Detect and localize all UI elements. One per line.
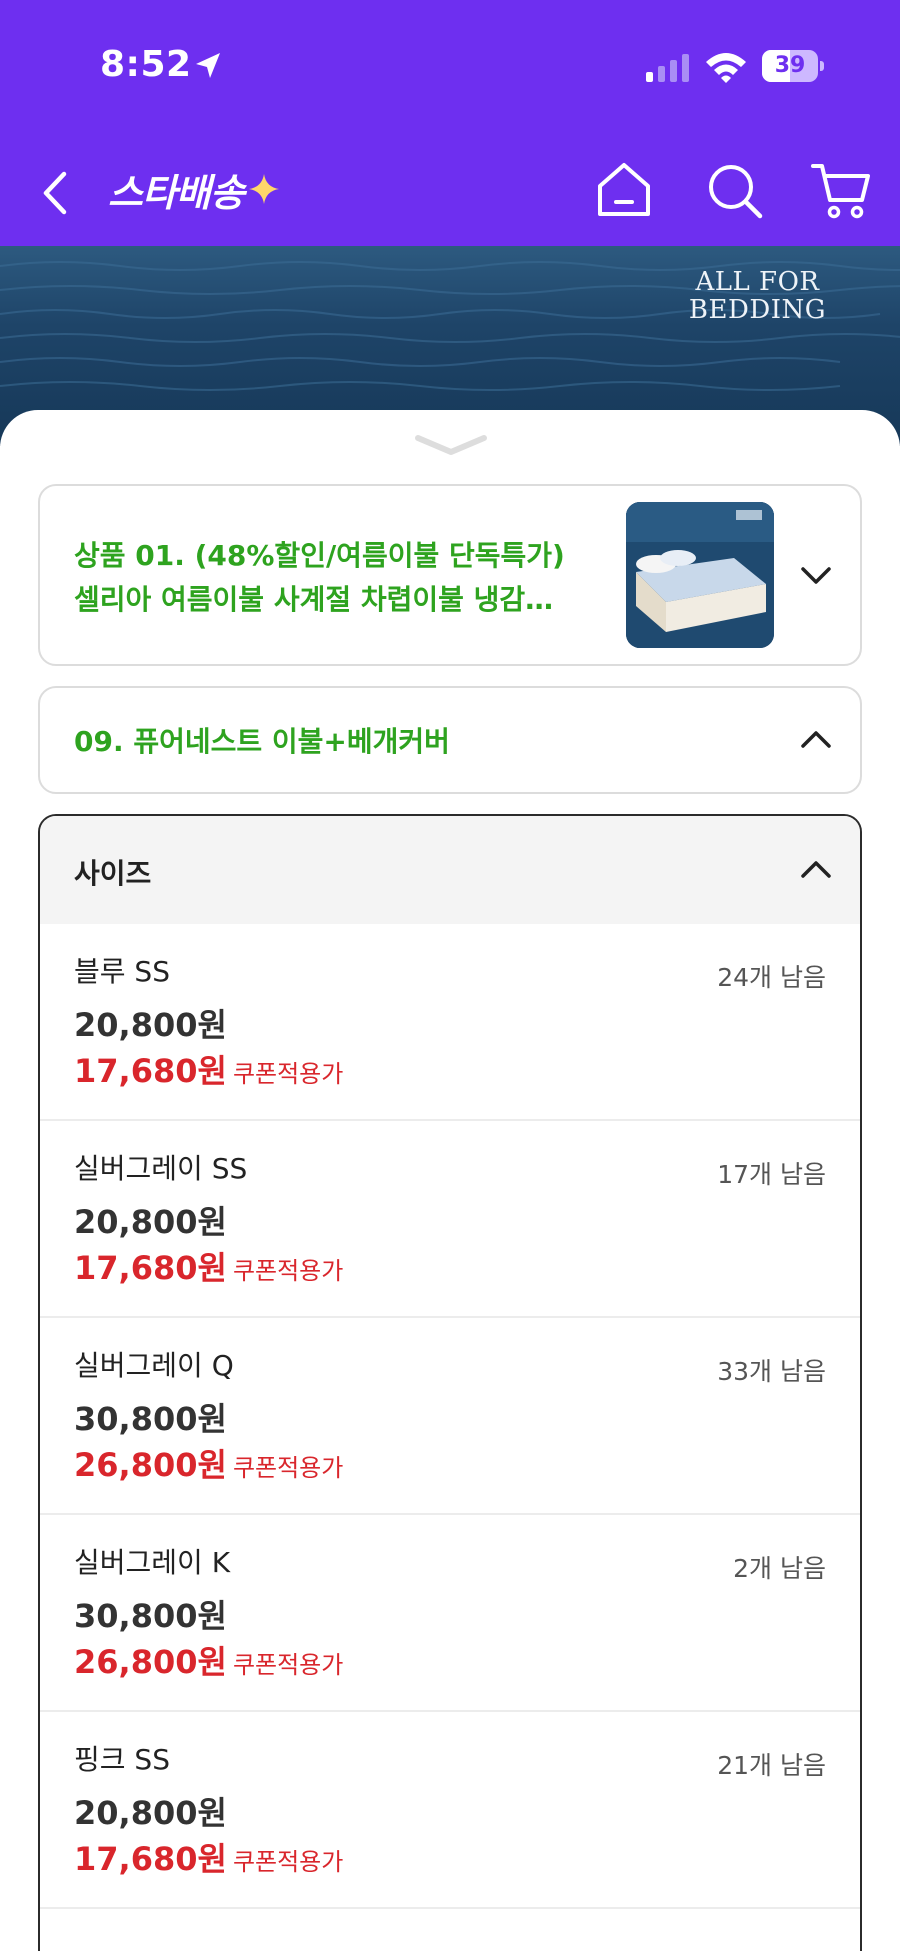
stock-remaining: 2개 남음 — [733, 1554, 826, 1583]
regular-price: 20,800원 — [74, 1794, 227, 1832]
size-option-name: 실버그레이 SS — [74, 1152, 248, 1185]
location-arrow-icon — [196, 53, 220, 78]
status-time: 8:52 — [100, 44, 192, 85]
product-title: 상품 01. (48%할인/여름이불 단독특가) 셀리아 여름이불 사계절 차렵… — [74, 534, 614, 622]
stock-remaining: 17개 남음 — [717, 1160, 826, 1189]
sheet-handle-icon[interactable] — [414, 432, 488, 460]
regular-price: 30,800원 — [74, 1597, 227, 1635]
product-image — [626, 502, 774, 648]
size-dropdown-header[interactable]: 사이즈 — [40, 816, 860, 924]
option-title: 09. 퓨어네스트 이불+베개커버 — [74, 725, 450, 758]
search-icon[interactable] — [706, 162, 764, 220]
home-icon[interactable] — [594, 160, 654, 220]
size-option-name: 실버그레이 K — [74, 1546, 231, 1579]
battery-tip — [820, 61, 824, 71]
coupon-price-row: 17,680원 쿠폰적용가 — [74, 1243, 343, 1289]
back-icon[interactable] — [36, 168, 76, 218]
size-option[interactable]: 실버그레이 K 2개 남음 30,800원 26,800원 쿠폰적용가 — [40, 1515, 860, 1712]
logo[interactable]: 스타배송 — [108, 164, 280, 215]
product-title-line-2: 셀리아 여름이불 사계절 차렵이불 냉감… — [74, 583, 554, 616]
option-bottom-sheet: 상품 01. (48%할인/여름이불 단독특가) 셀리아 여름이불 사계절 차렵… — [0, 410, 900, 1951]
cart-icon[interactable] — [810, 160, 872, 222]
size-option-name: 핑크 SS — [74, 1743, 170, 1776]
stock-remaining: 33개 남음 — [717, 1357, 826, 1386]
size-option[interactable]: 실버그레이 Q 33개 남음 30,800원 26,800원 쿠폰적용가 — [40, 1318, 860, 1515]
chevron-up-icon[interactable] — [798, 722, 834, 758]
product-selector[interactable]: 상품 01. (48%할인/여름이불 단독특가) 셀리아 여름이불 사계절 차렵… — [38, 484, 862, 666]
coupon-price-row: 17,680원 쿠폰적용가 — [74, 1046, 343, 1092]
chevron-up-icon[interactable] — [798, 852, 834, 888]
brand-line-2: BEDDING — [688, 295, 826, 325]
product-title-line-1: 상품 01. (48%할인/여름이불 단독특가) — [74, 539, 565, 572]
size-option-list: 블루 SS 24개 남음 20,800원 17,680원 쿠폰적용가 실버그레이 … — [40, 924, 860, 1909]
brand-line-1: ALL FOR — [695, 267, 820, 297]
cellular-signal-icon — [646, 54, 689, 82]
logo-text: 스타배송 — [108, 170, 245, 215]
coupon-label: 쿠폰적용가 — [232, 1651, 344, 1679]
status-bar: 8:52 39 — [0, 0, 900, 130]
regular-price: 20,800원 — [74, 1006, 227, 1044]
coupon-label: 쿠폰적용가 — [232, 1454, 344, 1482]
coupon-price: 17,680원 — [74, 1840, 227, 1878]
coupon-price-row: 26,800원 쿠폰적용가 — [74, 1637, 343, 1683]
size-option[interactable]: 실버그레이 SS 17개 남음 20,800원 17,680원 쿠폰적용가 — [40, 1121, 860, 1318]
size-label: 사이즈 — [74, 857, 152, 890]
chevron-down-icon[interactable] — [798, 558, 834, 594]
product-thumbnail — [626, 502, 774, 648]
regular-price: 20,800원 — [74, 1203, 227, 1241]
coupon-price: 17,680원 — [74, 1249, 227, 1287]
size-option-name: 실버그레이 Q — [74, 1349, 234, 1382]
regular-price: 30,800원 — [74, 1400, 227, 1438]
coupon-label: 쿠폰적용가 — [232, 1060, 344, 1088]
stock-remaining: 24개 남음 — [717, 963, 826, 992]
coupon-price-row: 26,800원 쿠폰적용가 — [74, 1440, 343, 1486]
size-option[interactable]: 블루 SS 24개 남음 20,800원 17,680원 쿠폰적용가 — [40, 924, 860, 1121]
coupon-price: 17,680원 — [74, 1052, 227, 1090]
coupon-label: 쿠폰적용가 — [232, 1848, 344, 1876]
battery-percent: 39 — [774, 53, 806, 78]
battery-icon: 39 — [762, 50, 824, 82]
option-selector[interactable]: 09. 퓨어네스트 이불+베개커버 — [38, 686, 862, 794]
app-header-background: 8:52 39 스타배송 — [0, 0, 900, 246]
coupon-label: 쿠폰적용가 — [232, 1257, 344, 1285]
brand-watermark: ALL FOR BEDDING — [689, 268, 826, 324]
wifi-icon — [706, 53, 746, 83]
coupon-price: 26,800원 — [74, 1446, 227, 1484]
nav-header: 스타배송 — [0, 150, 900, 230]
stock-remaining: 21개 남음 — [717, 1751, 826, 1780]
coupon-price: 26,800원 — [74, 1643, 227, 1681]
sparkle-icon — [248, 174, 279, 204]
size-option[interactable]: 핑크 SS 21개 남음 20,800원 17,680원 쿠폰적용가 — [40, 1712, 860, 1909]
size-dropdown: 사이즈 블루 SS 24개 남음 20,800원 17,680원 쿠폰적용가 실버… — [38, 814, 862, 1951]
size-option-name: 블루 SS — [74, 955, 170, 988]
coupon-price-row: 17,680원 쿠폰적용가 — [74, 1834, 343, 1880]
